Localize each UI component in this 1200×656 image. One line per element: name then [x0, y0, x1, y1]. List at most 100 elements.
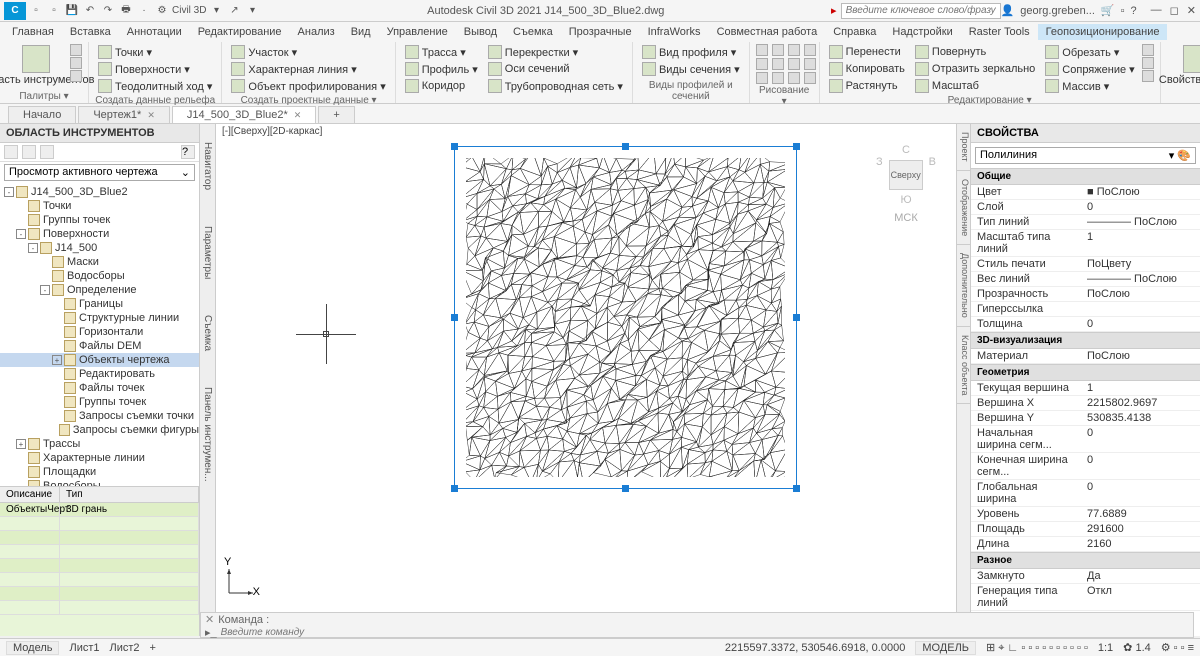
close-button[interactable]: ✕ — [1187, 4, 1196, 17]
detail-grid[interactable]: ОписаниеТип ОбъектыЧерт3D грань — [0, 486, 199, 636]
panel-title[interactable]: Слои ▾ — [1167, 90, 1200, 103]
layout-tab[interactable]: Лист1 — [69, 642, 99, 654]
ribbon-button[interactable]: Вид профиля ▾ — [639, 44, 743, 60]
grip[interactable] — [793, 143, 800, 150]
ribbon-button[interactable]: Трасса ▾ — [402, 44, 481, 60]
property-row[interactable]: Масштаб типа линий1 — [971, 230, 1200, 257]
property-row[interactable]: Толщина0 — [971, 317, 1200, 332]
ribbon-button[interactable]: Характерная линия ▾ — [228, 61, 388, 77]
ribbon-tab[interactable]: Редактирование — [190, 24, 290, 40]
object-type-combo[interactable]: Полилиния▾ 🎨 — [975, 147, 1196, 164]
property-row[interactable]: Длина2160 — [971, 537, 1200, 552]
tree-node[interactable]: Горизонтали — [0, 325, 199, 339]
qat-print-icon[interactable]: 🖶 — [118, 3, 134, 19]
tree-node[interactable]: Точки — [0, 199, 199, 213]
ribbon-tab[interactable]: Прозрачные — [561, 24, 640, 40]
grip[interactable] — [451, 314, 458, 321]
ribbon-tab[interactable]: Съемка — [505, 24, 561, 40]
tree-node[interactable]: -Определение — [0, 283, 199, 297]
ribbon-button[interactable]: Отразить зеркально — [912, 61, 1038, 77]
property-row[interactable]: Площадь291600 — [971, 522, 1200, 537]
panel-title[interactable]: Виды профилей и сечений — [639, 79, 743, 103]
tree-node[interactable]: Группы точек — [0, 213, 199, 227]
grip[interactable] — [622, 485, 629, 492]
minimize-button[interactable]: — — [1151, 4, 1162, 17]
ribbon-button[interactable]: Обрезать ▾ — [1042, 44, 1137, 60]
ribbon-button[interactable]: Участок ▾ — [228, 44, 388, 60]
ribbon-button[interactable]: Перекрестки ▾ — [485, 44, 626, 60]
ribbon-tab[interactable]: Главная — [4, 24, 62, 40]
grip[interactable] — [622, 143, 629, 150]
command-input[interactable] — [221, 627, 1189, 638]
ribbon-button[interactable]: Сопряжение ▾ — [1042, 61, 1137, 77]
property-row[interactable]: Цвет■ ПоСлою — [971, 185, 1200, 200]
close-tab-icon[interactable]: ✕ — [294, 110, 302, 121]
close-tab-icon[interactable]: ✕ — [147, 110, 155, 121]
qat-share-icon[interactable]: ↗ — [226, 3, 242, 19]
ribbon-tab[interactable]: Справка — [825, 24, 884, 40]
ribbon-small-icon[interactable] — [70, 57, 82, 69]
ribbon-small-icon[interactable] — [70, 44, 82, 56]
ribbon-button[interactable]: Точки ▾ — [95, 44, 215, 60]
section-3dviz[interactable]: 3D-визуализация — [971, 332, 1200, 349]
file-tab[interactable]: Чертеж1*✕ — [78, 106, 170, 123]
user-label[interactable]: georg.greben... — [1020, 5, 1095, 17]
side-tab[interactable]: Съемка — [202, 307, 213, 359]
property-row[interactable]: ПрозрачностьПоСлою — [971, 287, 1200, 302]
view-label[interactable]: [-][Сверху][2D-каркас] — [222, 126, 322, 137]
property-row[interactable]: Вес линий———— ПоСлою — [971, 272, 1200, 287]
ribbon-tab[interactable]: Аннотации — [119, 24, 190, 40]
draw-grid[interactable] — [756, 44, 813, 84]
workspace-icon[interactable]: ⚙ — [154, 3, 170, 19]
property-row[interactable]: Генерация типа линийОткл — [971, 584, 1200, 611]
ribbon-button[interactable]: Виды сечения ▾ — [639, 61, 743, 77]
search-input[interactable] — [841, 3, 1001, 19]
ribbon-button[interactable]: Объект профилирования ▾ — [228, 78, 388, 94]
workspace-label[interactable]: Civil 3D — [172, 3, 206, 19]
ribbon-button[interactable]: Трубопроводная сеть ▾ — [485, 78, 626, 94]
panel-title[interactable]: Рисование ▾ — [756, 84, 813, 108]
props-tab[interactable]: Отображение — [957, 171, 970, 245]
tree-toggle-icon[interactable]: + — [52, 355, 62, 365]
tree-toggle-icon[interactable]: - — [40, 285, 50, 295]
layout-tab[interactable]: Лист2 — [110, 642, 140, 654]
scale-combo[interactable]: 1:1 — [1098, 642, 1113, 654]
model-tab[interactable]: Модель — [6, 641, 59, 655]
grip[interactable] — [451, 143, 458, 150]
props-tab[interactable]: Класс объекта — [957, 327, 970, 405]
tree-node[interactable]: Файлы DEM — [0, 339, 199, 353]
tree-node[interactable]: Запросы съемки точки — [0, 409, 199, 423]
ribbon-tab[interactable]: Вставка — [62, 24, 119, 40]
property-row[interactable]: Тип линий———— ПоСлою — [971, 215, 1200, 230]
status-more[interactable]: ⚙ ▫ ▫ ≡ — [1161, 641, 1194, 654]
tree-node[interactable]: -Поверхности — [0, 227, 199, 241]
props-tab[interactable]: Проект — [957, 124, 970, 171]
property-row[interactable]: Стиль печатиПоЦвету — [971, 257, 1200, 272]
toolspace-side-tabs[interactable]: НавигаторПараметрыСъемкаПанель инструмен… — [200, 124, 216, 636]
ribbon-button[interactable]: Массив ▾ — [1042, 78, 1137, 94]
tree-node[interactable]: Структурные линии — [0, 311, 199, 325]
toolspace-button[interactable]: Область инструментов — [6, 44, 66, 87]
tree-toggle-icon[interactable]: - — [16, 229, 26, 239]
ribbon-button[interactable]: Оси сечений — [485, 61, 626, 77]
ribbon-button[interactable]: Поверхности ▾ — [95, 61, 215, 77]
property-row[interactable]: Глобальная ширина0 — [971, 480, 1200, 507]
ribbon-tab[interactable]: InfraWorks — [640, 24, 709, 40]
ribbon-button[interactable]: Профиль ▾ — [402, 61, 481, 77]
viewport[interactable]: НавигаторПараметрыСъемкаПанель инструмен… — [200, 124, 956, 636]
ribbon-button[interactable]: Коридор — [402, 78, 481, 94]
toolspace-toolbar[interactable]: ? — [0, 143, 199, 162]
grip[interactable] — [451, 485, 458, 492]
add-layout-button[interactable]: + — [150, 642, 156, 654]
ribbon-button[interactable]: Копировать — [826, 61, 908, 77]
help-icon[interactable]: ? — [1131, 5, 1137, 17]
quick-access-toolbar[interactable]: C ▫ ▫ 💾 ↶ ↷ 🖶 · ⚙ Civil 3D ▾ ↗ ▾ — [4, 2, 260, 20]
property-row[interactable]: Текущая вершина1 — [971, 381, 1200, 396]
tree-node[interactable]: Границы — [0, 297, 199, 311]
grip[interactable] — [793, 485, 800, 492]
ribbon-tab[interactable]: Совместная работа — [709, 24, 826, 40]
layer-props-button[interactable]: Свойства слоя — [1167, 44, 1200, 87]
tree-node[interactable]: Водосборы — [0, 479, 199, 486]
property-row[interactable]: Гиперссылка — [971, 302, 1200, 317]
side-tab[interactable]: Навигатор — [202, 134, 213, 198]
